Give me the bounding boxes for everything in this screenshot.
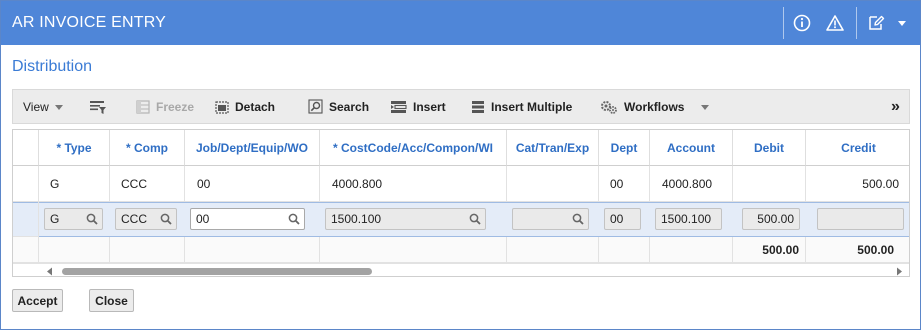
- column-header-cat[interactable]: Cat/Tran/Exp: [507, 130, 599, 166]
- debit-total: 500.00: [733, 237, 806, 263]
- insert-multiple-label: Insert Multiple: [491, 99, 573, 114]
- workflows-label: Workflows: [624, 99, 685, 114]
- chevron-down-icon: [54, 104, 63, 110]
- dept-field[interactable]: 00: [604, 208, 641, 230]
- distribution-grid: * Type * Comp Job/Dept/Equip/WO * CostCo…: [12, 129, 910, 277]
- account-value: 1500.100: [661, 212, 712, 226]
- cell-dept[interactable]: 00: [599, 166, 650, 202]
- totals-cell: [185, 237, 320, 263]
- comp-value: CCC: [121, 212, 147, 226]
- edit-icon[interactable]: [865, 12, 887, 34]
- type-field[interactable]: G: [44, 208, 103, 230]
- column-header-costcode[interactable]: * CostCode/Acc/Compon/WI: [320, 130, 507, 166]
- comp-field[interactable]: CCC: [115, 208, 177, 230]
- cat-field[interactable]: [512, 208, 589, 230]
- totals-cell: [39, 237, 110, 263]
- column-header-debit[interactable]: Debit: [733, 130, 806, 166]
- row-selector-header: [13, 130, 39, 166]
- cell-debit[interactable]: [733, 166, 806, 202]
- row-selector[interactable]: [13, 166, 39, 202]
- chevron-down-icon: [701, 104, 710, 110]
- freeze-label: Freeze: [156, 99, 195, 114]
- freeze-button[interactable]: Freeze: [136, 90, 194, 123]
- title-separator: [783, 7, 784, 39]
- search-button[interactable]: Search: [308, 90, 369, 123]
- totals-cell: [650, 237, 733, 263]
- scrollbar-thumb[interactable]: [62, 268, 372, 275]
- job-value: 00: [196, 212, 210, 226]
- workflows-menu-button[interactable]: Workflows: [600, 90, 710, 123]
- search-icon[interactable]: [86, 213, 98, 225]
- job-field[interactable]: 00: [190, 208, 305, 230]
- info-icon[interactable]: [791, 12, 813, 34]
- insert-label: Insert: [413, 99, 446, 114]
- freeze-icon: [136, 99, 150, 114]
- totals-cell: [13, 237, 39, 263]
- totals-cell: [320, 237, 507, 263]
- cell-job[interactable]: 00: [185, 166, 320, 202]
- view-label: View: [23, 99, 49, 114]
- scroll-left-arrow-icon[interactable]: [46, 267, 54, 276]
- type-value: G: [50, 212, 60, 226]
- filter-list-icon: [90, 100, 106, 114]
- search-icon[interactable]: [572, 213, 584, 225]
- credit-field[interactable]: [817, 208, 904, 230]
- view-menu-button[interactable]: View: [23, 90, 64, 123]
- credit-total: 500.00: [806, 237, 909, 263]
- search-icon: [308, 99, 323, 114]
- search-label: Search: [329, 99, 370, 114]
- debit-field[interactable]: 500.00: [742, 208, 800, 230]
- search-icon[interactable]: [160, 213, 172, 225]
- accept-button[interactable]: Accept: [12, 289, 63, 312]
- dept-value: 00: [610, 212, 624, 226]
- insert-button[interactable]: Insert: [390, 90, 446, 123]
- costcode-field[interactable]: 1500.100: [325, 208, 486, 230]
- cell-type[interactable]: G: [39, 166, 110, 202]
- insert-multiple-button[interactable]: Insert Multiple: [471, 90, 572, 123]
- column-header-job[interactable]: Job/Dept/Equip/WO: [185, 130, 320, 166]
- cell-account[interactable]: 4000.800: [650, 166, 733, 202]
- cell-costcode[interactable]: 4000.800: [320, 166, 507, 202]
- search-icon[interactable]: [288, 213, 300, 225]
- detach-icon: [215, 100, 229, 114]
- scroll-right-arrow-icon[interactable]: [895, 267, 903, 276]
- horizontal-scrollbar[interactable]: [13, 263, 909, 276]
- cell-credit[interactable]: 500.00: [806, 166, 909, 202]
- totals-cell: [110, 237, 185, 263]
- column-header-credit[interactable]: Credit: [806, 130, 909, 166]
- gears-icon: [601, 100, 617, 114]
- column-header-account[interactable]: Account: [650, 130, 733, 166]
- cell-comp[interactable]: CCC: [110, 166, 185, 202]
- ar-invoice-entry-window: AR INVOICE ENTRY Distribution View Freez…: [0, 0, 921, 330]
- costcode-value: 1500.100: [331, 212, 382, 226]
- insert-row-icon: [391, 100, 407, 113]
- section-title: Distribution: [12, 58, 93, 75]
- account-field[interactable]: 1500.100: [655, 208, 722, 230]
- detach-button[interactable]: Detach: [215, 90, 275, 123]
- warning-icon[interactable]: [824, 12, 846, 34]
- row-selector[interactable]: [13, 202, 39, 237]
- filter-list-button[interactable]: [89, 90, 113, 123]
- search-icon[interactable]: [469, 213, 481, 225]
- chevron-down-icon[interactable]: [891, 12, 913, 34]
- toolbar-overflow-button[interactable]: »: [891, 90, 900, 123]
- close-button[interactable]: Close: [89, 289, 134, 312]
- title-bar: AR INVOICE ENTRY: [1, 1, 920, 45]
- totals-cell: [507, 237, 599, 263]
- window-title: AR INVOICE ENTRY: [12, 14, 167, 31]
- totals-cell: [599, 237, 650, 263]
- insert-multiple-icon: [472, 100, 484, 113]
- detach-label: Detach: [235, 99, 276, 114]
- grid-toolbar: View Freeze Detach Search Insert Insert …: [12, 89, 910, 124]
- title-separator: [856, 7, 857, 39]
- column-header-type[interactable]: * Type: [39, 130, 110, 166]
- column-header-comp[interactable]: * Comp: [110, 130, 185, 166]
- debit-value: 500.00: [757, 212, 794, 226]
- column-header-dept[interactable]: Dept: [599, 130, 650, 166]
- cell-cat[interactable]: [507, 166, 599, 202]
